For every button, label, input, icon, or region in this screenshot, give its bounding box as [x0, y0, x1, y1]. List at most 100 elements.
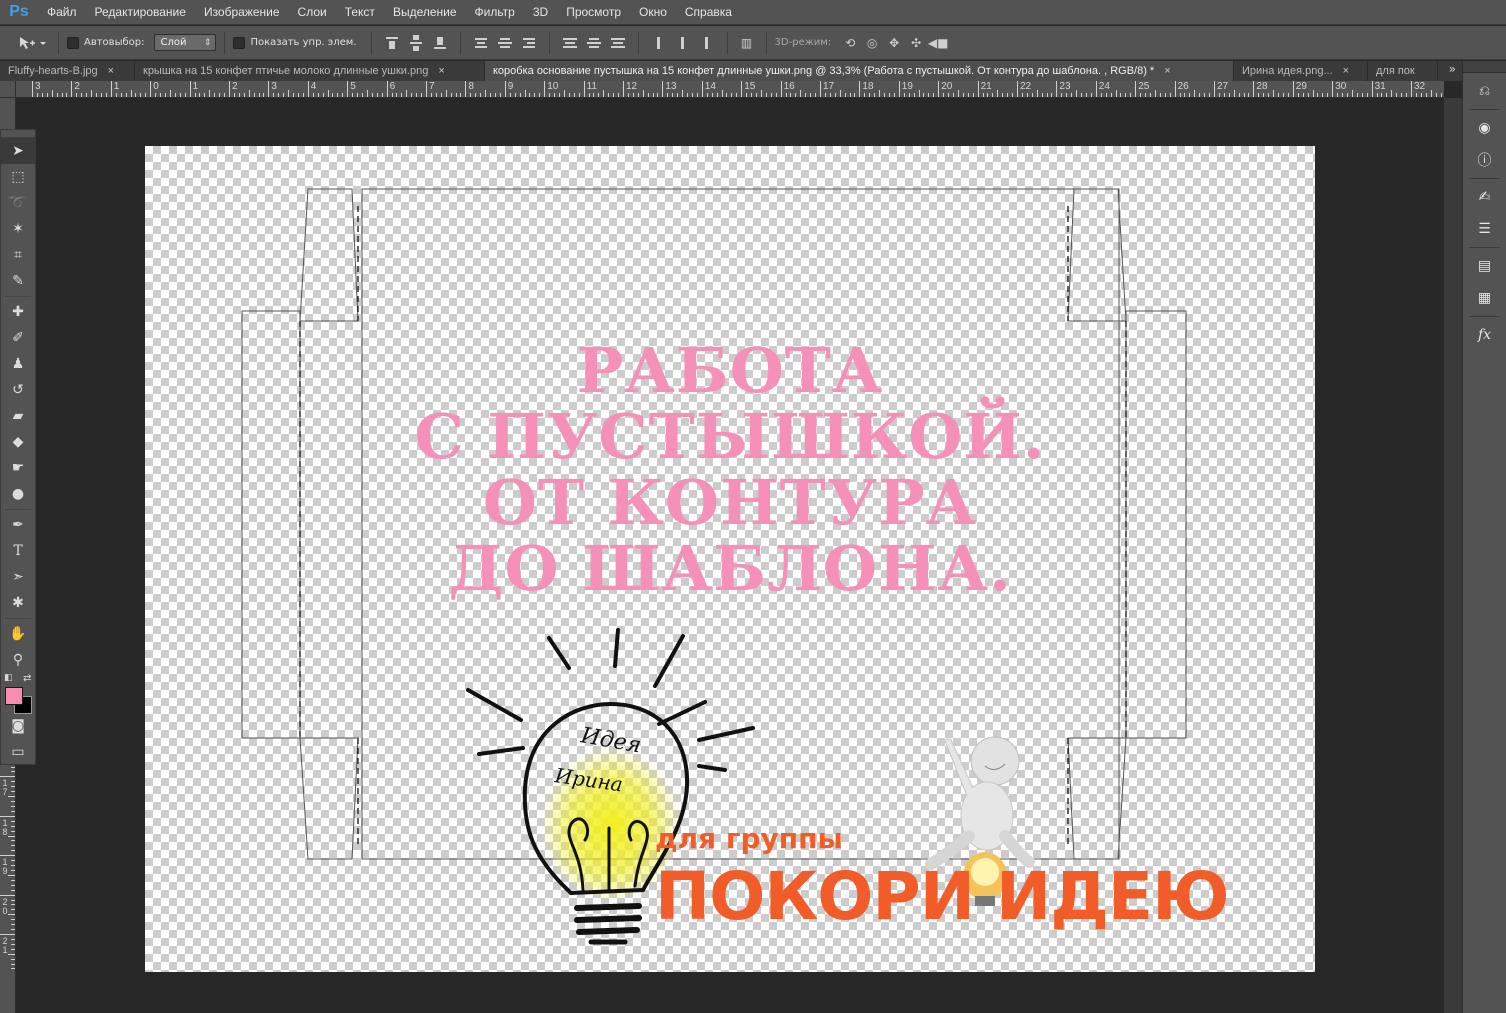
auto-align-layers-icon[interactable]: ▥ — [739, 35, 755, 51]
ruler-minor-tick — [214, 93, 216, 97]
custom-shape-tool-icon[interactable]: ✱ — [1, 590, 35, 616]
autoselect-dropdown[interactable]: Слой — [154, 34, 217, 51]
distribute-bottom-icon[interactable] — [610, 35, 625, 51]
styles-panel-icon[interactable]: fx — [1470, 321, 1500, 349]
align-right-icon[interactable] — [522, 35, 536, 51]
paint-bucket-tool-icon[interactable]: ◆ — [1, 429, 35, 455]
menu-3d[interactable]: 3D — [524, 5, 557, 19]
tab-overflow-icon[interactable]: » — [1449, 62, 1456, 76]
pen-tool-icon[interactable]: ✒ — [1, 512, 35, 538]
ruler-minor-tick — [8, 796, 15, 798]
ruler-label: 24 — [1098, 81, 1110, 92]
align-top-icon[interactable] — [385, 35, 399, 51]
ruler-minor-tick — [529, 93, 531, 97]
brush-presets-icon[interactable]: ✍ — [1470, 183, 1500, 211]
autoselect-checkbox[interactable] — [67, 36, 79, 49]
screen-mode-icon[interactable]: ▭ — [1, 739, 35, 765]
ruler-label: 19 — [2, 857, 8, 877]
quick-mask-icon[interactable]: ◙ — [1, 713, 35, 739]
menu-view[interactable]: Просмотр — [557, 5, 630, 19]
ruler-minor-tick — [1179, 93, 1181, 97]
ruler-minor-tick — [204, 93, 206, 97]
history-panel-icon[interactable]: ⎌ — [1470, 77, 1500, 105]
distribute-hcenter-icon[interactable] — [676, 35, 690, 51]
tab-close-icon[interactable]: × — [1343, 65, 1349, 77]
horizontal-ruler[interactable]: 3 2 1 0 1 2 3 4 5 6 7 8 9 10 11 12 13 14 15 16 17 18 19 20 21 22 2… — [16, 81, 1444, 98]
scale-3d-icon[interactable]: ◀■ — [928, 35, 949, 51]
show-controls-checkbox[interactable] — [233, 36, 246, 49]
menu-window[interactable]: Окно — [630, 5, 676, 19]
ruler-tick — [701, 81, 703, 97]
hand-tool-icon[interactable]: ✋ — [1, 621, 35, 647]
ruler-tick — [71, 81, 73, 97]
foreground-color-swatch[interactable] — [5, 687, 23, 705]
document-canvas[interactable]: РАБОТА С ПУСТЫШКОЙ. ОТ КОНТУРА ДО ШАБЛОН… — [145, 146, 1315, 972]
magic-wand-tool-icon[interactable]: ✶ — [1, 216, 35, 242]
drag-3d-icon[interactable]: ✥ — [886, 35, 902, 51]
menu-edit[interactable]: Редактирование — [86, 5, 195, 19]
tab-close-icon[interactable]: × — [438, 65, 444, 77]
canvas-vertical-scrollbar[interactable] — [1444, 98, 1462, 1013]
ruler-minor-tick — [731, 93, 733, 97]
zoom-tool-icon[interactable]: ⚲ — [1, 647, 35, 673]
smudge-tool-icon[interactable]: ☛ — [1, 455, 35, 481]
tab-close-icon[interactable]: × — [108, 65, 114, 77]
type-tool-icon[interactable]: T — [1, 538, 35, 564]
dodge-tool-icon[interactable]: ● — [1, 481, 35, 507]
move-tool-icon[interactable]: ➤ — [1, 138, 35, 164]
align-left-icon[interactable] — [474, 35, 488, 51]
ruler-minor-tick — [716, 93, 718, 97]
ruler-minor-tick — [56, 93, 58, 97]
menu-type[interactable]: Текст — [336, 5, 384, 19]
clone-stamp-tool-icon[interactable]: ♟ — [1, 351, 35, 377]
tab-close-icon[interactable]: × — [1164, 65, 1170, 77]
ruler-origin[interactable] — [0, 81, 16, 98]
menu-help[interactable]: Справка — [676, 5, 741, 19]
tab-fluffy-hearts[interactable]: Fluffy-hearts-B.jpg × — [0, 61, 135, 81]
eraser-tool-icon[interactable]: ▰ — [1, 403, 35, 429]
path-selection-tool-icon[interactable]: ➣ — [1, 564, 35, 590]
tab-for-group[interactable]: для пок — [1368, 61, 1438, 81]
roll-3d-icon[interactable]: ◎ — [864, 35, 880, 51]
slide-3d-icon[interactable]: ✣ — [908, 35, 924, 51]
menu-select[interactable]: Выделение — [384, 5, 466, 19]
dock-header[interactable] — [1463, 61, 1506, 73]
align-bottom-icon[interactable] — [433, 35, 447, 51]
layer-comps-icon[interactable]: ▤ — [1470, 252, 1500, 280]
tab-irina-idea[interactable]: Ирина идея.png... × — [1234, 61, 1368, 81]
align-hcenter-icon[interactable] — [497, 35, 512, 51]
move-tool-preset-icon[interactable] — [17, 35, 47, 51]
marquee-tool-icon[interactable]: ⬚ — [1, 164, 35, 190]
ruler-minor-tick — [411, 93, 413, 97]
swap-colors-icon[interactable]: ⇄ — [23, 673, 31, 684]
brush-tool-icon[interactable]: ✐ — [1, 325, 35, 351]
ruler-minor-tick — [11, 938, 15, 940]
menu-filter[interactable]: Фильтр — [466, 5, 524, 19]
ruler-minor-tick — [169, 90, 171, 97]
tools-panel-grip[interactable] — [1, 130, 35, 138]
healing-brush-tool-icon[interactable]: ✚ — [1, 299, 35, 325]
default-colors-icon[interactable]: ◧ — [4, 673, 13, 683]
align-vcenter-icon[interactable] — [409, 34, 423, 51]
menu-image[interactable]: Изображение — [195, 5, 289, 19]
lasso-tool-icon[interactable]: ➰ — [1, 190, 35, 216]
distribute-right-icon[interactable] — [700, 35, 714, 51]
rotate-3d-icon[interactable]: ⟲ — [842, 35, 858, 51]
paragraph-panel-icon[interactable]: ▦ — [1470, 284, 1500, 312]
menu-file[interactable]: Файл — [38, 5, 86, 19]
history-brush-tool-icon[interactable]: ↺ — [1, 377, 35, 403]
ruler-minor-tick — [401, 93, 403, 97]
tab-lid-15[interactable]: крышка на 15 конфет птичье молоко длинны… — [135, 61, 485, 81]
photoshop-logo[interactable]: Ps — [0, 3, 38, 21]
menu-layers[interactable]: Слои — [289, 5, 336, 19]
info-panel-icon[interactable]: ⓘ — [1470, 146, 1500, 174]
canvas-area[interactable]: РАБОТА С ПУСТЫШКОЙ. ОТ КОНТУРА ДО ШАБЛОН… — [16, 98, 1444, 1013]
distribute-vcenter-icon[interactable] — [586, 35, 601, 51]
eyedropper-tool-icon[interactable]: ✎ — [1, 268, 35, 294]
tab-box-base-active[interactable]: коробка основание пустышка на 15 конфет … — [485, 61, 1234, 81]
distribute-left-icon[interactable] — [652, 35, 666, 51]
adjustments-panel-icon[interactable]: ☰ — [1470, 215, 1500, 243]
crop-tool-icon[interactable]: ⌗ — [1, 242, 35, 268]
distribute-top-icon[interactable] — [562, 35, 577, 51]
color-panel-icon[interactable]: ◉ — [1470, 114, 1500, 142]
